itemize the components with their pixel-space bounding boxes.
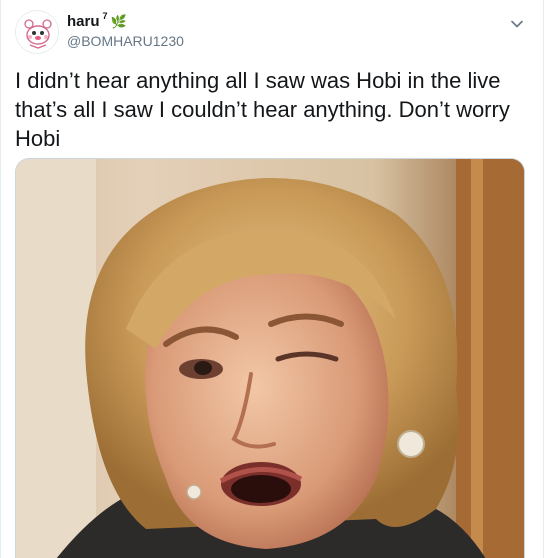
display-name[interactable]: haru [67,14,100,29]
tweet-menu-button[interactable] [507,14,527,34]
name-row: haru 7 🌿 [67,11,184,30]
tweet-header: haru 7 🌿 @BOMHARU1230 [15,10,529,58]
user-avatar[interactable] [15,10,59,54]
chevron-down-icon [511,20,523,28]
tweet-card: haru 7 🌿 @BOMHARU1230 I didn’t hear anyt… [0,0,544,558]
leaf-emoji-icon: 🌿 [110,14,127,29]
tweet-text: I didn’t hear anything all I saw was Hob… [15,68,510,151]
tweet-photo[interactable] [15,158,525,558]
user-info: haru 7 🌿 @BOMHARU1230 [67,11,184,49]
reaction-meme-photo [16,159,524,558]
user-handle[interactable]: @BOMHARU1230 [67,34,184,48]
name-superscript: 7 [102,11,108,21]
cartoon-avatar-icon [16,11,58,53]
